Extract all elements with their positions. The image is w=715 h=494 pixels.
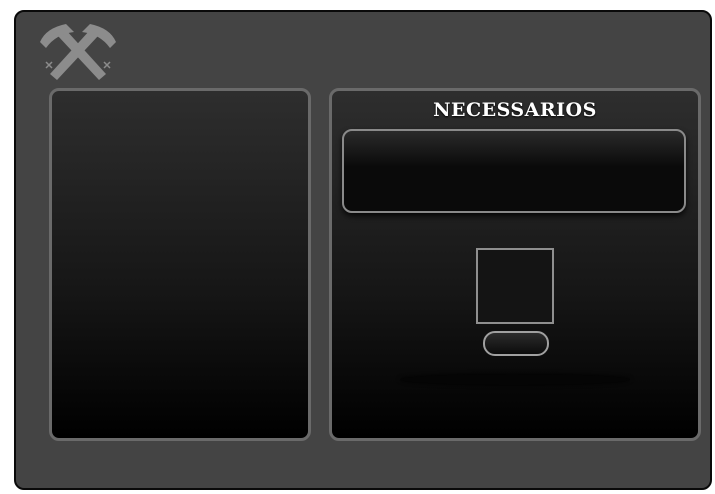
required-items-title: NECESSARIOS [433, 99, 597, 121]
recipe-list-panel[interactable] [49, 88, 311, 441]
crafting-details-panel: NECESSARIOS [329, 88, 701, 441]
result-item-slot[interactable] [476, 248, 554, 324]
crossed-hammers-icon [36, 18, 120, 84]
crafting-window: NECESSARIOS [14, 10, 712, 490]
craft-button[interactable] [483, 331, 549, 356]
required-items-box [342, 129, 686, 213]
progress-bar-track [400, 374, 630, 385]
